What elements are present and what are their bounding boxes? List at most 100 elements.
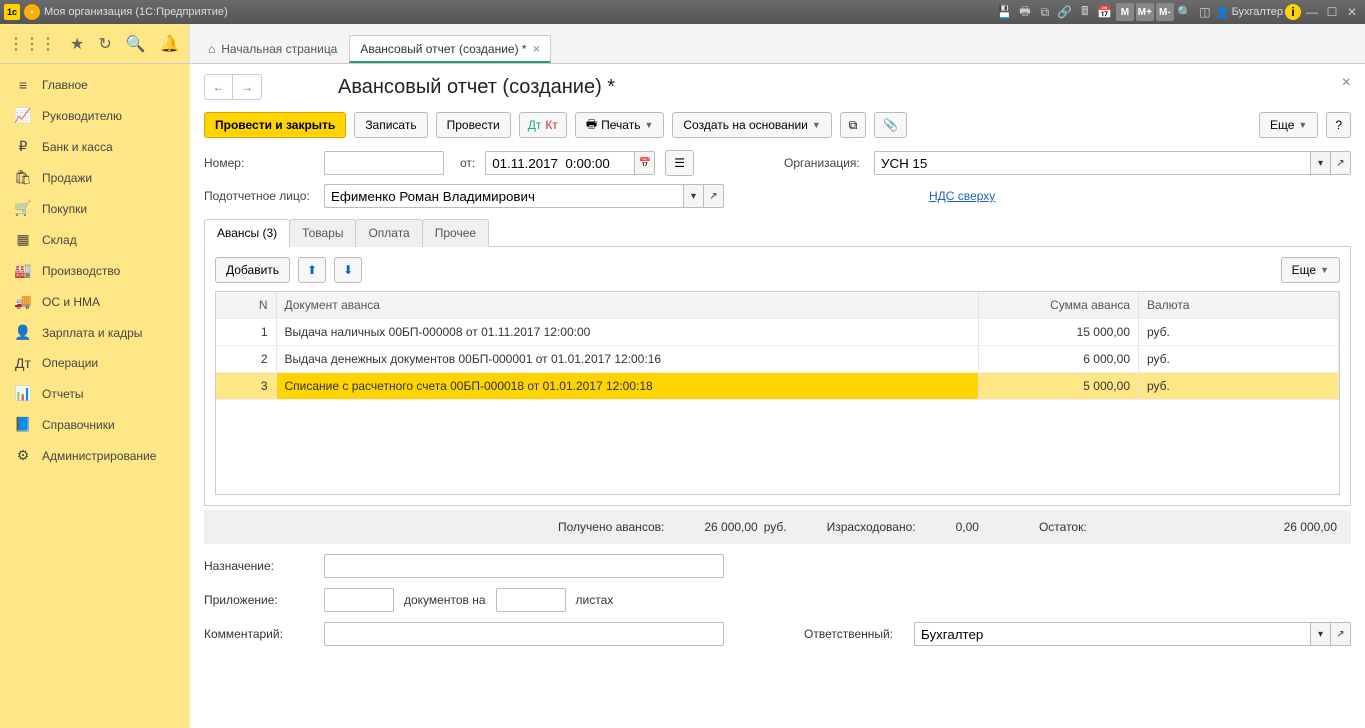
nav-forward-icon[interactable]: → [233,75,261,99]
tab-close-icon[interactable]: × [533,41,541,56]
sidebar-item-hr[interactable]: 👤Зарплата и кадры [0,317,190,348]
table-row[interactable]: 1 Выдача наличных 00БП-000008 от 01.11.2… [216,319,1339,346]
sidebar-item-bank[interactable]: ₽Банк и касса [0,131,190,162]
save-icon[interactable]: 💾 [996,3,1014,21]
minimize-icon[interactable]: — [1303,3,1321,21]
table-row-selected[interactable]: 3 Списание с расчетного счета 00БП-00001… [216,373,1339,400]
post-and-close-button[interactable]: Провести и закрыть [204,112,346,138]
favorite-icon[interactable]: ★ [70,34,84,54]
responsible-input[interactable] [914,622,1311,646]
open-ref-icon[interactable]: ↗ [704,184,724,208]
truck-icon: 🚚 [14,293,32,310]
user-menu[interactable]: 👤 Бухгалтер [1216,6,1283,19]
main-content: × ← → Авансовый отчет (создание) * Прове… [190,64,1365,728]
post-button[interactable]: Провести [436,112,511,138]
org-label: Организация: [784,156,864,170]
date-input[interactable] [485,151,635,175]
col-doc[interactable]: Документ аванса [276,292,979,319]
attach-button[interactable]: 📎 [874,112,907,138]
title-bar: 1c ▾ Моя организация (1С:Предприятие) 💾 … [0,0,1365,24]
close-window-icon[interactable]: ✕ [1343,3,1361,21]
sidebar-item-main[interactable]: ≡Главное [0,70,190,100]
search-icon[interactable]: 🔍 [126,34,146,54]
compare-icon[interactable]: ⧉ [1036,3,1054,21]
subtab-goods[interactable]: Товары [289,219,356,247]
sidebar: ≡Главное 📈Руководителю ₽Банк и касса 🛍Пр… [0,64,190,728]
subtab-payment[interactable]: Оплата [355,219,422,247]
sidebar-item-sales[interactable]: 🛍Продажи [0,162,190,193]
open-ref-icon[interactable]: ↗ [1331,622,1351,646]
vat-link[interactable]: НДС сверху [929,189,995,203]
structure-button[interactable]: ⧉ [840,112,867,138]
zoom-icon[interactable]: 🔍 [1176,3,1194,21]
app-menu-dropdown[interactable]: ▾ [24,4,40,20]
attach-label: Приложение: [204,593,314,607]
move-down-button[interactable]: ⬇ [334,257,362,283]
col-sum[interactable]: Сумма аванса [979,292,1139,319]
move-up-button[interactable]: ⬆ [298,257,326,283]
col-n[interactable]: N [216,292,276,319]
dropdown-icon[interactable]: ▾ [1311,622,1331,646]
org-input[interactable] [874,151,1311,175]
notifications-icon[interactable]: 🔔 [160,34,180,54]
dtkt-button[interactable]: ДтКт [519,112,567,138]
attach-sheets-input[interactable] [496,588,566,612]
total-balance-value: 26 000,00 [1284,520,1337,534]
grid-more-button[interactable]: Еще▼ [1281,257,1340,283]
caret-icon: ▼ [812,120,821,130]
sidebar-item-assets[interactable]: 🚚ОС и НМА [0,286,190,317]
tree-icon: ⧉ [849,118,858,133]
list-icon: ≡ [14,77,32,93]
help-button[interactable]: ? [1326,112,1351,138]
sidebar-item-admin[interactable]: ⚙Администрирование [0,440,190,471]
factory-icon: 🏭 [14,262,32,279]
page-close-icon[interactable]: × [1342,74,1351,92]
person-input[interactable] [324,184,684,208]
col-cur[interactable]: Валюта [1139,292,1339,319]
sidebar-item-manager[interactable]: 📈Руководителю [0,100,190,131]
nav-back-icon[interactable]: ← [205,75,233,99]
attach-docs-input[interactable] [324,588,394,612]
apps-icon[interactable]: ⋮⋮⋮ [8,34,56,54]
number-input[interactable] [324,151,444,175]
open-ref-icon[interactable]: ↗ [1331,151,1351,175]
sub-tabs: Авансы (3) Товары Оплата Прочее [204,218,1351,247]
sidebar-item-catalogs[interactable]: 📘Справочники [0,409,190,440]
write-button[interactable]: Записать [354,112,427,138]
create-based-button[interactable]: Создать на основании▼ [672,112,831,138]
add-row-button[interactable]: Добавить [215,257,290,283]
caret-icon: ▼ [644,120,653,130]
history-icon[interactable]: ↻ [98,34,111,54]
calendar-picker-icon[interactable]: 📅 [635,151,655,175]
print-icon[interactable]: 🖶 [1016,3,1034,21]
table-row[interactable]: 2 Выдача денежных документов 00БП-000001… [216,346,1339,373]
subtab-advances[interactable]: Авансы (3) [204,219,290,247]
memory-m-icon[interactable]: M [1116,3,1134,21]
subtab-other[interactable]: Прочее [422,219,489,247]
maximize-icon[interactable]: ☐ [1323,3,1341,21]
sidebar-item-purchases[interactable]: 🛒Покупки [0,193,190,224]
info-icon[interactable]: i [1285,4,1301,20]
memory-mminus-icon[interactable]: M- [1156,3,1174,21]
more-button[interactable]: Еще▼ [1259,112,1318,138]
calendar-icon[interactable]: 📅 [1096,3,1114,21]
dtkt-icon: Дт [528,118,542,132]
purpose-input[interactable] [324,554,724,578]
date-extra-button[interactable]: ☰ [665,150,694,176]
memory-mplus-icon[interactable]: M+ [1136,3,1154,21]
tab-home[interactable]: ⌂ Начальная страница [196,35,349,63]
calc-icon[interactable]: 🖩 [1076,3,1094,21]
panel-icon[interactable]: ◫ [1196,3,1214,21]
print-button[interactable]: 🖶Печать▼ [575,112,665,138]
dropdown-icon[interactable]: ▾ [1311,151,1331,175]
responsible-label: Ответственный: [804,627,904,641]
nav-history: ← → [204,74,262,100]
tab-document[interactable]: Авансовый отчет (создание) * × [349,35,551,63]
link-icon[interactable]: 🔗 [1056,3,1074,21]
comment-input[interactable] [324,622,724,646]
sidebar-item-warehouse[interactable]: ▦Склад [0,224,190,255]
sidebar-item-production[interactable]: 🏭Производство [0,255,190,286]
sidebar-item-operations[interactable]: ДтОперации [0,348,190,378]
dropdown-icon[interactable]: ▾ [684,184,704,208]
sidebar-item-reports[interactable]: 📊Отчеты [0,378,190,409]
